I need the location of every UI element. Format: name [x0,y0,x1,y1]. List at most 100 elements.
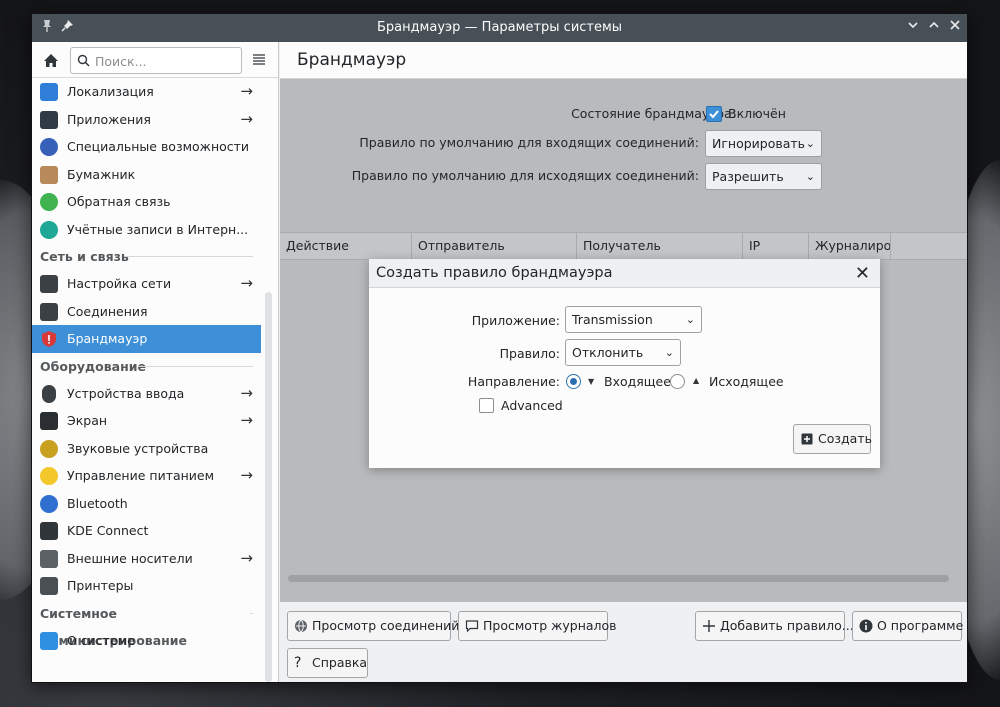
sidebar-item-info[interactable]: О системе [32,627,261,655]
mouse-icon [42,384,56,403]
arrow-down-icon: ▼ [588,377,595,386]
minimize-icon[interactable] [904,19,922,37]
sidebar-item-label: Соединения [67,303,148,319]
sidebar-item-label: Принтеры [67,578,134,593]
sidebar-item-speaker[interactable]: Звуковые устройства [32,435,261,463]
help-button[interactable]: ? Справка [287,648,368,678]
arrow-right-icon: → [240,109,253,128]
hamburger-menu-icon[interactable] [250,51,268,69]
sidebar-item-label: Локализация [67,84,154,99]
bottom-button-bar: Просмотр соединений Просмотр журналов До… [280,602,967,682]
display-icon [40,412,58,430]
sidebar-item-label: Экран [67,413,108,428]
advanced-checkbox[interactable] [479,398,494,413]
add-document-icon [801,433,813,445]
titlebar: Брандмауэр — Параметры системы [32,14,967,42]
table-horizontal-scrollbar[interactable] [288,575,949,582]
sidebar-item-label: Брандмауэр [67,331,148,346]
sidebar-item-display[interactable]: Экран → [32,407,261,435]
column-to[interactable]: Получатель [577,233,743,259]
sidebar-scrollbar[interactable] [265,292,272,682]
chevron-down-icon: ⌄ [685,313,695,326]
sidebar-item-removable-media[interactable]: Внешние носители → [32,545,261,573]
incoming-label: Входящее [604,374,671,389]
localization-icon [40,83,58,101]
sidebar-item-feedback[interactable]: Обратная связь [32,188,261,216]
arrow-up-icon: ▲ [693,376,700,385]
applications-icon [40,110,58,129]
accessibility-icon [40,138,58,156]
wallet-icon [40,165,58,184]
rule-select[interactable]: Отклонить ⌄ [565,339,681,366]
view-logs-button[interactable]: Просмотр журналов [458,611,617,641]
column-ip[interactable]: IP [743,233,809,259]
sidebar: Поиск... Локализация → Приложения → Специаль… [32,42,279,682]
sidebar-list: Локализация → Приложения → Специальные возмо… [32,78,261,654]
search-placeholder: Поиск... [95,54,147,69]
add-rule-button[interactable]: Добавить правило... [695,611,854,641]
sidebar-toolbar: Поиск... [32,42,278,78]
sidebar-item-kdeconnect[interactable]: KDE Connect [32,517,261,545]
sidebar-item-connections[interactable]: Соединения [32,298,261,326]
firewall-status-value: Включён [728,106,786,121]
sidebar-item-label: Звуковые устройства [67,440,209,456]
view-connections-button[interactable]: Просмотр соединений [287,611,459,641]
section-admin: Системное администрирование [32,600,261,648]
sidebar-item-label: Настройка сети [67,276,172,291]
create-button[interactable]: Создать [793,424,872,454]
incoming-default-select[interactable]: Игнорировать ⌄ [705,130,822,157]
chevron-down-icon: ⌄ [664,346,674,359]
sidebar-item-label: Приложения [67,111,151,127]
dialog-close-icon[interactable]: ✕ [855,263,870,284]
application-label: Приложение: [471,313,560,328]
sidebar-item-label: Внешние носители [67,550,193,566]
info-icon [40,631,58,650]
sidebar-item-label: Специальные возможности [67,139,250,154]
section-network: Сеть и связь [32,243,261,270]
firewall-status-checkbox[interactable] [706,106,722,122]
sidebar-item-label: Обратная связь [67,194,171,209]
sidebar-item-label: Bluetooth [67,495,128,511]
search-input[interactable]: Поиск... [70,47,242,74]
arrow-right-icon: → [240,82,253,100]
about-button[interactable]: О программе [852,611,963,641]
column-from[interactable]: Отправитель [412,233,577,259]
rule-label: Правило: [499,346,560,361]
network-icon [40,275,58,293]
sidebar-item-localization[interactable]: Локализация → [32,78,261,106]
sidebar-item-label: Управление питанием [67,468,215,483]
sidebar-item-firewall[interactable]: Брандмауэр [32,325,261,353]
close-icon[interactable] [946,19,964,37]
chevron-down-icon: ⌄ [805,137,815,150]
speaker-icon [40,439,58,458]
sidebar-item-online-accounts[interactable]: Учётные записи в Интерн... [32,216,261,244]
incoming-radio[interactable] [566,374,581,389]
window-title: Брандмауэр — Параметры системы [376,20,623,35]
sidebar-item-printer[interactable]: Принтеры [32,572,261,600]
outgoing-radio[interactable] [670,374,685,389]
firewall-icon [40,330,58,348]
sidebar-item-wallet[interactable]: Бумажник [32,161,261,189]
page-title: Брандмауэр [280,42,967,79]
sidebar-item-mouse[interactable]: Устройства ввода → [32,380,261,408]
sidebar-item-label: О системе [67,632,135,648]
outgoing-default-select[interactable]: Разрешить ⌄ [705,163,822,190]
column-action[interactable]: Действие [280,233,412,259]
sidebar-item-network[interactable]: Настройка сети → [32,270,261,298]
advanced-label: Advanced [501,398,563,413]
checkmark-icon [709,110,719,119]
column-logging[interactable]: Журналиров [809,233,891,259]
chevron-down-icon: ⌄ [805,170,815,183]
sidebar-item-applications[interactable]: Приложения → [32,106,261,134]
kdeconnect-icon [40,522,58,540]
sidebar-item-power[interactable]: Управление питанием → [32,462,261,490]
sidebar-item-label: Бумажник [67,166,136,182]
sidebar-item-accessibility[interactable]: Специальные возможности [32,133,261,161]
home-icon[interactable] [40,50,62,72]
sidebar-item-bluetooth[interactable]: Bluetooth [32,490,261,518]
application-select[interactable]: Transmission ⌄ [565,306,702,333]
connections-icon [40,302,58,321]
maximize-icon[interactable] [925,19,943,37]
section-hardware: Оборудование [32,353,261,380]
globe-icon [295,619,307,633]
